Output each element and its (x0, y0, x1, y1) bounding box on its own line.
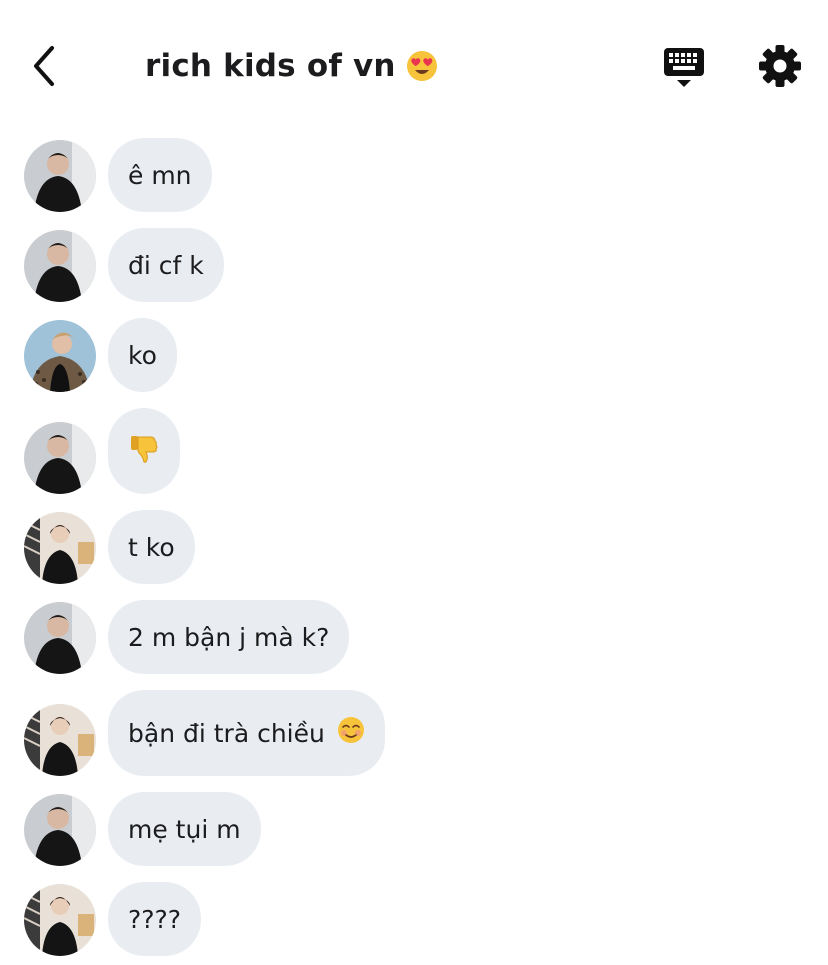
message-text: ê mn (128, 160, 192, 190)
message-bubble[interactable]: mẹ tụi m (108, 792, 261, 866)
avatar-member-c[interactable] (24, 884, 96, 956)
message-bubble[interactable]: đi cf k (108, 228, 224, 302)
thumbs-down-emoji-icon (128, 432, 160, 470)
message-bubble[interactable]: ko (108, 318, 177, 392)
message-row: bận đi trà chiều (24, 690, 804, 776)
message-row: ê mn (24, 138, 804, 212)
avatar-member-c[interactable] (24, 704, 96, 776)
message-bubble[interactable]: 2 m bận j mà k? (108, 600, 350, 674)
message-text: ko (128, 340, 157, 370)
avatar-member-a[interactable] (24, 230, 96, 302)
message-bubble[interactable]: ê mn (108, 138, 212, 212)
message-text: đi cf k (128, 250, 204, 280)
message-list[interactable]: ê mn đi cf k ko t ko 2 m bận j mà k? bận… (0, 0, 828, 965)
message-row: ko (24, 318, 804, 392)
message-text: t ko (128, 532, 175, 562)
message-text: 2 m bận j mà k? (128, 622, 330, 652)
message-bubble[interactable]: bận đi trà chiều (108, 690, 385, 776)
avatar-member-a[interactable] (24, 422, 96, 494)
message-row: đi cf k (24, 228, 804, 302)
avatar-member-a[interactable] (24, 140, 96, 212)
message-row: mẹ tụi m (24, 792, 804, 866)
message-text: bận đi trà chiều (128, 718, 325, 748)
avatar-member-a[interactable] (24, 794, 96, 866)
message-bubble[interactable]: ???? (108, 882, 202, 956)
message-row: ???? (24, 882, 804, 956)
avatar-member-a[interactable] (24, 602, 96, 674)
smiling-blush-emoji-icon (337, 716, 365, 750)
message-text: ???? (128, 904, 182, 934)
message-bubble[interactable] (108, 408, 180, 494)
message-row (24, 408, 804, 494)
message-row: 2 m bận j mà k? (24, 600, 804, 674)
message-row: t ko (24, 510, 804, 584)
avatar-member-c[interactable] (24, 512, 96, 584)
message-text: mẹ tụi m (128, 814, 241, 844)
message-bubble[interactable]: t ko (108, 510, 195, 584)
avatar-member-b[interactable] (24, 320, 96, 392)
